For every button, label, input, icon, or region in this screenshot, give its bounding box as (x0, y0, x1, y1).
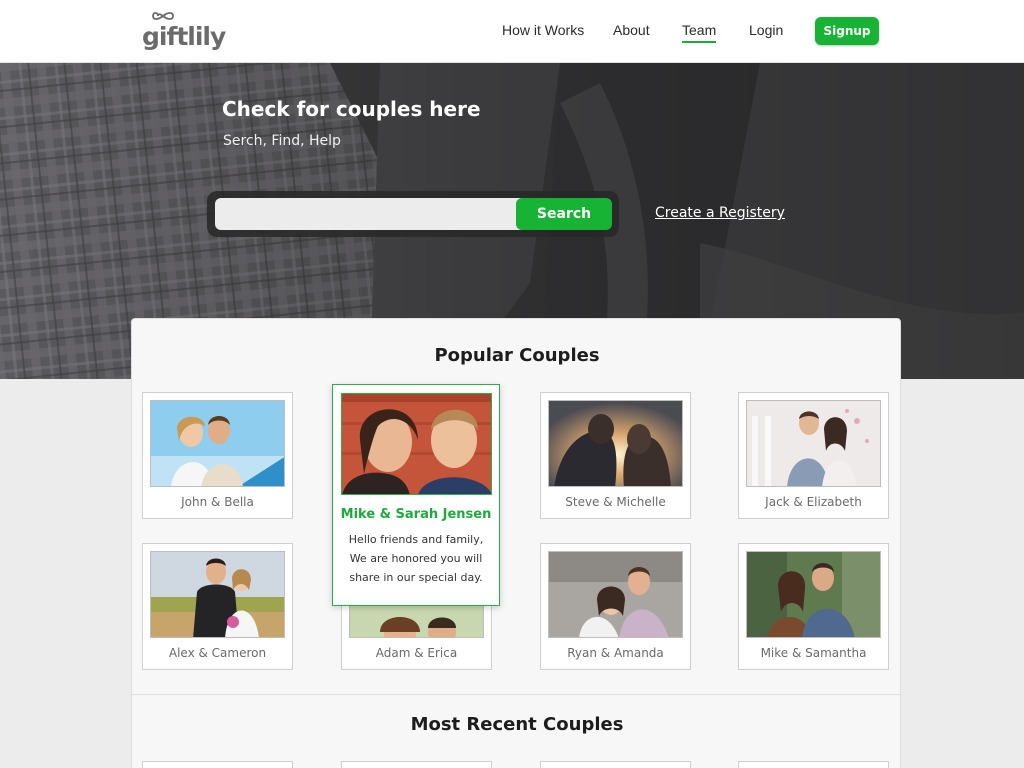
couple-name: Jack & Elizabeth (765, 495, 862, 509)
nav-how-it-works[interactable]: How it Works (502, 21, 584, 39)
nav-login[interactable]: Login (749, 21, 783, 39)
create-registry-link[interactable]: Create a Registery (655, 205, 785, 221)
recent-couple-card[interactable] (341, 761, 492, 768)
couple-name: Mike & Samantha (760, 646, 867, 660)
recent-couple-card[interactable] (142, 761, 293, 768)
main-nav: How it Works About Team Login Signup (0, 0, 1024, 63)
featured-couple-card[interactable]: Mike & Sarah Jensen Hello friends and fa… (332, 384, 500, 606)
couple-card[interactable]: Alex & Cameron (142, 543, 293, 670)
featured-couple-message: Hello friends and family, We are honored… (348, 533, 484, 584)
couple-photo (746, 400, 881, 487)
couple-photo (150, 551, 285, 638)
couple-card[interactable]: Steve & Michelle (540, 392, 691, 519)
nav-team[interactable]: Team (682, 21, 717, 43)
search-button[interactable]: Search (516, 198, 612, 230)
couple-card[interactable]: Mike & Samantha (738, 543, 889, 670)
couple-card[interactable]: John & Bella (142, 392, 293, 519)
couple-name: John & Bella (181, 495, 254, 509)
couple-name: Alex & Cameron (168, 646, 267, 660)
couples-panel: Popular Couples John & Bella Steve & Mic… (131, 318, 902, 768)
search-bar: Search (207, 191, 619, 237)
site-header: giftlily How it Works About Team Login S… (0, 0, 1024, 63)
couple-photo (548, 551, 683, 638)
featured-couple-name: Mike & Sarah Jensen (340, 507, 492, 522)
couple-photo (150, 400, 285, 487)
section-divider (132, 694, 902, 695)
popular-couples-title: Popular Couples (434, 345, 600, 366)
hero-title: Check for couples here (222, 97, 481, 121)
couple-name: Steve & Michelle (565, 495, 666, 509)
search-input[interactable] (215, 198, 545, 230)
recent-couples-title: Most Recent Couples (410, 714, 624, 735)
couple-name: Adam & Erica (375, 646, 458, 660)
signup-button[interactable]: Signup (815, 17, 879, 45)
couple-name: Ryan & Amanda (567, 646, 664, 660)
recent-couple-card[interactable] (738, 761, 889, 768)
couple-photo (548, 400, 683, 487)
recent-couple-card[interactable] (540, 761, 691, 768)
couple-photo (746, 551, 881, 638)
hero-subtitle: Serch, Find, Help (223, 133, 341, 149)
couple-card[interactable]: Jack & Elizabeth (738, 392, 889, 519)
featured-couple-photo (341, 393, 492, 495)
nav-about[interactable]: About (613, 21, 650, 39)
couple-card[interactable]: Ryan & Amanda (540, 543, 691, 670)
